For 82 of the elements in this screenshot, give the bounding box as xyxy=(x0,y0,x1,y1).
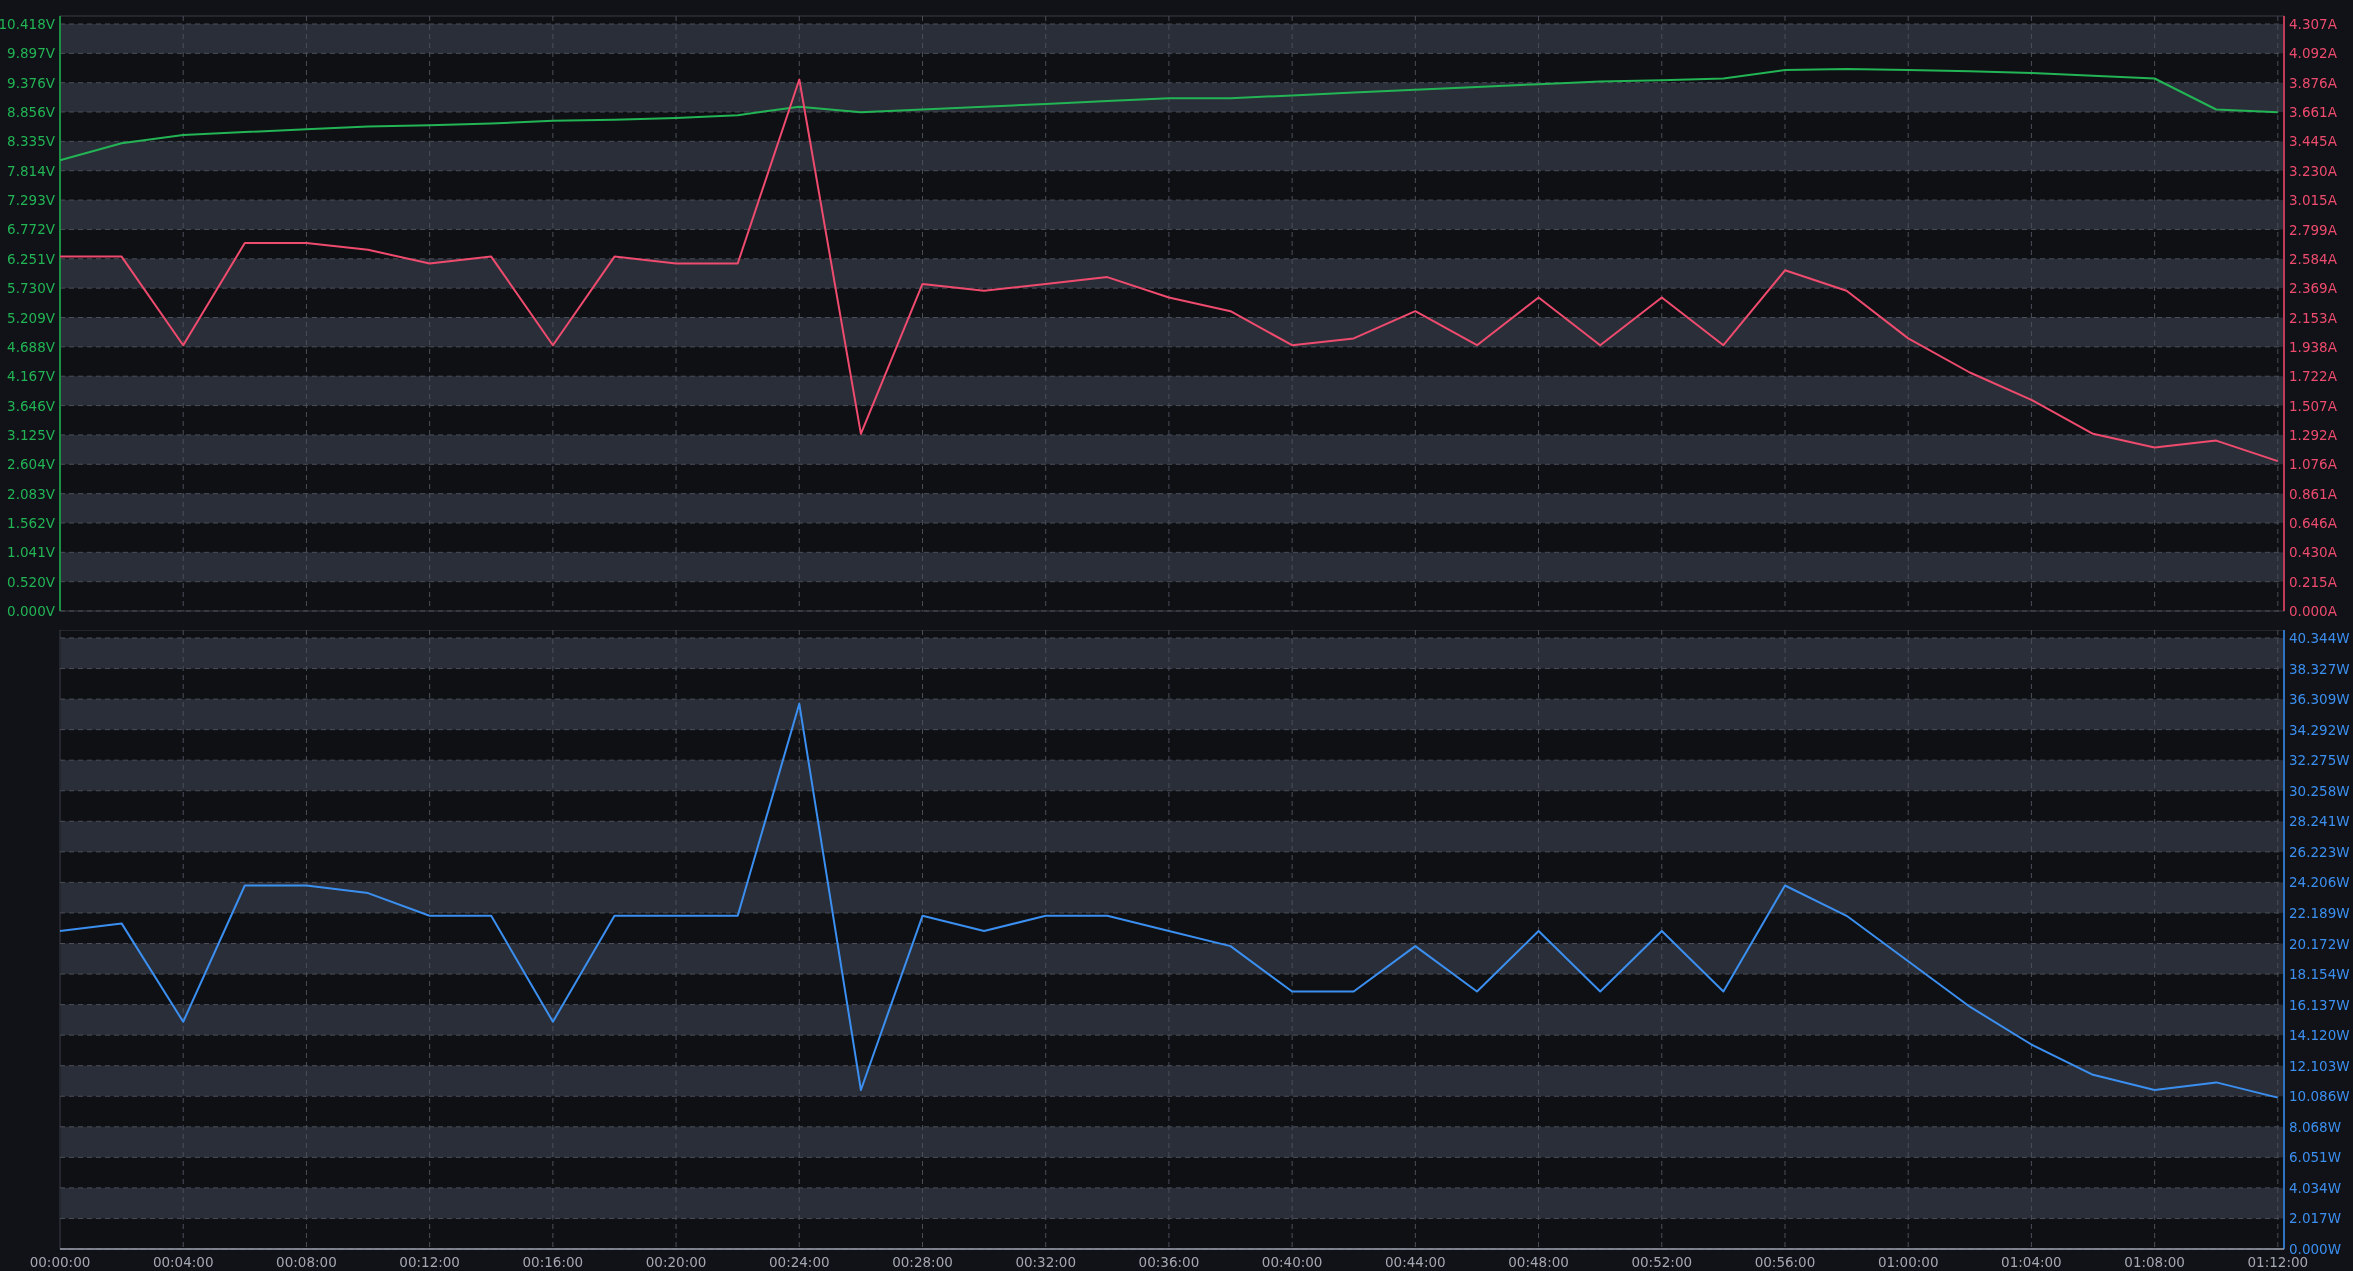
axis-label: 8.068W xyxy=(2289,1118,2341,1135)
axis-label: 00:52:00 xyxy=(1631,1254,1693,1270)
axis-label: 00:12:00 xyxy=(399,1254,460,1270)
axis-label: 01:12:00 xyxy=(2247,1254,2309,1270)
axis-label: 0.861A xyxy=(2289,485,2337,502)
axis-label: 3.230A xyxy=(2289,162,2337,179)
axis-label: 40.344W xyxy=(2289,630,2350,646)
axis-label: 0.215A xyxy=(2289,573,2337,590)
axis-label: 3.125V xyxy=(7,426,55,443)
axis-label: 1.562V xyxy=(7,515,55,531)
axis-label: 32.275W xyxy=(2289,752,2350,769)
axis-label: 4.688V xyxy=(7,338,55,355)
axis-label: 00:04:00 xyxy=(152,1254,214,1270)
axis-label: 18.154W xyxy=(2289,966,2350,983)
axis-label: 26.223W xyxy=(2289,843,2350,860)
axis-label: 9.376V xyxy=(7,74,55,91)
axis-label: 00:20:00 xyxy=(645,1254,707,1270)
axis-label: 00:56:00 xyxy=(1754,1254,1816,1270)
axis-label: 0.520V xyxy=(7,573,55,590)
axis-label: 0.430A xyxy=(2289,544,2337,561)
axis-label: 8.335V xyxy=(7,133,55,150)
axis-label: 2.153A xyxy=(2289,309,2337,326)
axis-label: 1.041V xyxy=(7,544,55,561)
axis-label: 00:40:00 xyxy=(1261,1254,1323,1270)
axis-label: 4.034W xyxy=(2289,1179,2341,1196)
axis-label: 4.307A xyxy=(2289,16,2337,32)
axis-label: 0.000W xyxy=(2289,1241,2341,1257)
axis-label: 3.876A xyxy=(2289,74,2337,91)
axis-label: 00:32:00 xyxy=(1015,1254,1077,1270)
axis-label: 4.092A xyxy=(2289,45,2337,62)
axis-label: 5.209V xyxy=(7,309,55,326)
axis-label: 1.507A xyxy=(2289,397,2337,414)
axis-label: 10.086W xyxy=(2289,1088,2350,1105)
axis-label: 30.258W xyxy=(2289,782,2350,799)
axis-label: 6.251V xyxy=(7,250,55,267)
axis-label: 2.369A xyxy=(2289,280,2337,297)
axis-label: 10.418V xyxy=(0,16,55,32)
axis-label: 3.661A xyxy=(2289,104,2337,121)
axis-label: 01:00:00 xyxy=(1877,1254,1939,1270)
axis-label: 22.189W xyxy=(2289,904,2350,921)
axis-label: 00:08:00 xyxy=(276,1254,337,1270)
axis-label: 14.120W xyxy=(2289,1027,2350,1044)
axis-label: 00:36:00 xyxy=(1138,1254,1200,1270)
axis-label: 1.076A xyxy=(2289,456,2337,473)
axis-label: 2.584A xyxy=(2289,250,2337,267)
axis-label: 16.137W xyxy=(2289,996,2350,1013)
axis-label: 9.897V xyxy=(7,45,55,62)
axis-label: 1.722A xyxy=(2289,368,2337,385)
axis-label: 28.241W xyxy=(2289,813,2350,830)
axis-label: 0.000A xyxy=(2289,603,2337,619)
axis-label: 00:48:00 xyxy=(1508,1254,1569,1270)
axis-label: 01:04:00 xyxy=(2001,1254,2062,1270)
axis-label: 34.292W xyxy=(2289,721,2350,738)
axis-label: 12.103W xyxy=(2289,1057,2350,1074)
axis-label: 6.772V xyxy=(7,221,55,238)
axis-label: 00:28:00 xyxy=(892,1254,953,1270)
axis-label: 36.309W xyxy=(2289,691,2350,708)
axis-label: 01:08:00 xyxy=(2124,1254,2185,1270)
axis-label: 3.015A xyxy=(2289,192,2337,209)
axis-label: 00:16:00 xyxy=(522,1254,584,1270)
axis-label: 3.445A xyxy=(2289,133,2337,150)
axis-label: 38.327W xyxy=(2289,660,2350,677)
axis-label: 1.938A xyxy=(2289,338,2337,355)
axis-label: 0.000V xyxy=(7,603,55,619)
axis-label: 0.646A xyxy=(2289,514,2337,531)
axis-label: 00:24:00 xyxy=(768,1254,830,1270)
axis-label: 3.646V xyxy=(7,397,55,414)
axis-label: 4.167V xyxy=(7,368,55,385)
axis-label: 5.730V xyxy=(7,280,55,297)
axis-label: 2.799A xyxy=(2289,221,2337,238)
axis-label: 00:44:00 xyxy=(1385,1254,1446,1270)
axis-label: 6.051W xyxy=(2289,1149,2341,1166)
axis-label: 20.172W xyxy=(2289,935,2350,952)
axis-label: 7.814V xyxy=(7,162,55,179)
axis-label: 2.017W xyxy=(2289,1210,2341,1227)
axis-label: 00:00:00 xyxy=(29,1254,91,1270)
axis-label: 2.083V xyxy=(7,485,55,502)
axis-label: 2.604V xyxy=(7,456,55,473)
axis-label: 8.856V xyxy=(7,104,55,120)
axis-label: 1.292A xyxy=(2289,426,2337,443)
axis-label: 7.293V xyxy=(7,192,55,209)
axis-label: 24.206W xyxy=(2289,874,2350,891)
